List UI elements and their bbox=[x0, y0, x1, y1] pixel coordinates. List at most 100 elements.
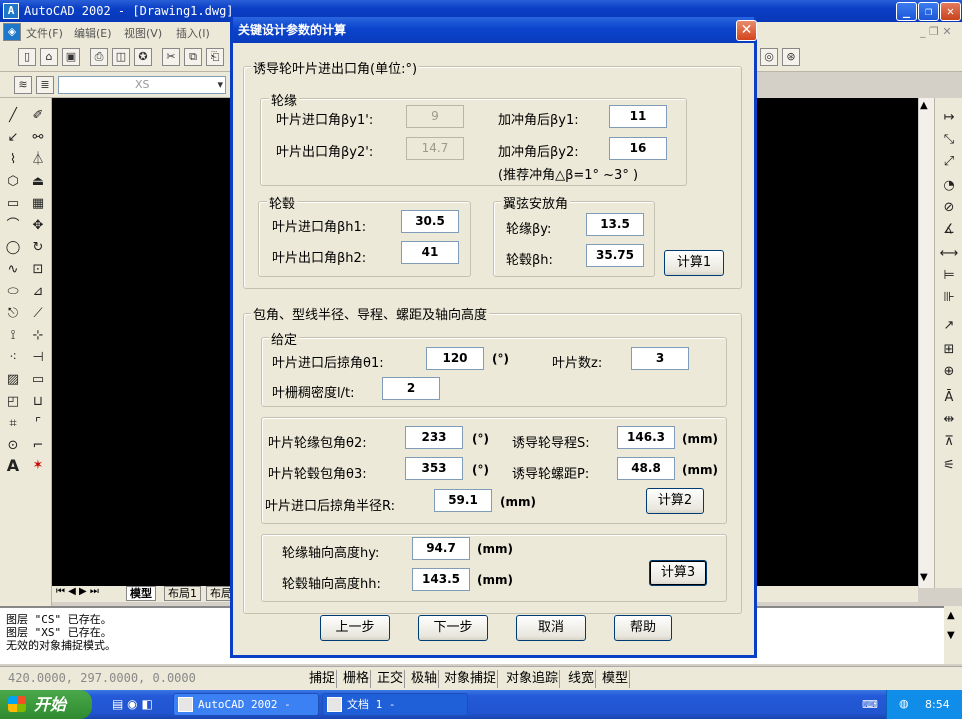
layer-combo[interactable]: XS ▾ bbox=[58, 76, 226, 94]
stagger-rim-field[interactable]: 13.5 bbox=[586, 213, 644, 236]
line-icon[interactable]: ╱ bbox=[3, 106, 23, 126]
calc1-button[interactable]: 计算1 bbox=[664, 250, 724, 276]
hub-wrap-field[interactable]: 353 bbox=[405, 457, 463, 480]
baseline-dim-icon[interactable]: ⊨ bbox=[939, 266, 959, 286]
publish-icon[interactable]: ✪ bbox=[134, 48, 152, 66]
polar-toggle[interactable]: 极轴 bbox=[410, 670, 440, 688]
layer-state-icon[interactable]: ≣ bbox=[36, 76, 54, 94]
rim-height-field[interactable]: 94.7 bbox=[412, 537, 470, 560]
aligned-dim-icon[interactable]: ⤡ bbox=[939, 130, 959, 150]
tab-layout1[interactable]: 布局1 bbox=[164, 586, 201, 601]
otrack-toggle[interactable]: 对象追踪 bbox=[505, 670, 561, 688]
copy-icon[interactable]: ⧉ bbox=[184, 48, 202, 66]
region-icon[interactable]: ◰ bbox=[3, 392, 23, 412]
snap-toggle[interactable]: 捕捉 bbox=[308, 670, 338, 688]
menu-insert[interactable]: 插入(I) bbox=[176, 25, 210, 41]
minimize-button[interactable]: _ bbox=[896, 2, 917, 21]
diameter-dim-icon[interactable]: ⊘ bbox=[939, 198, 959, 218]
explode-icon[interactable]: ✶ bbox=[28, 456, 48, 476]
grid-toggle[interactable]: 栅格 bbox=[342, 670, 372, 688]
lineweight-toggle[interactable]: 线宽 bbox=[567, 670, 597, 688]
hub-inlet-field[interactable]: 30.5 bbox=[401, 210, 459, 233]
insert-block-icon[interactable]: ⎋ bbox=[3, 304, 23, 324]
inlet-sweep-field[interactable]: 120 bbox=[426, 347, 484, 370]
continue-dim-icon[interactable]: ⊪ bbox=[939, 288, 959, 308]
rim-outlet-field[interactable]: 14.7 bbox=[406, 137, 464, 160]
dialog-close-button[interactable]: ✕ bbox=[736, 20, 757, 41]
extend-icon[interactable]: ⊣ bbox=[28, 348, 48, 368]
prev-button[interactable]: 上一步 bbox=[320, 615, 390, 641]
new-file-icon[interactable]: ▯ bbox=[18, 48, 36, 66]
menu-edit[interactable]: 编辑(E) bbox=[74, 25, 112, 41]
spline-icon[interactable]: ∿ bbox=[3, 260, 23, 280]
tab-nav-arrows[interactable]: ⏮ ◀ ▶ ⏭ bbox=[56, 586, 99, 597]
leader-icon[interactable]: ↗ bbox=[939, 316, 959, 336]
document-icon[interactable]: ◈ bbox=[3, 23, 21, 41]
sweep-radius-field[interactable]: 59.1 bbox=[434, 489, 492, 512]
break-icon[interactable]: ▭ bbox=[28, 370, 48, 390]
doc-window-controls[interactable]: _ ❐ ✕ bbox=[920, 25, 952, 38]
angular-dim-icon[interactable]: ∡ bbox=[939, 220, 959, 240]
help-icon[interactable]: ⊛ bbox=[782, 48, 800, 66]
point-icon[interactable]: ⁖ bbox=[3, 348, 23, 368]
dim-update-icon[interactable]: ⊼ bbox=[939, 432, 959, 452]
fillet-icon[interactable]: ⌐ bbox=[28, 436, 48, 456]
open-file-icon[interactable]: ⌂ bbox=[40, 48, 58, 66]
calc3-button[interactable]: 计算3 bbox=[649, 560, 707, 586]
scale-icon[interactable]: ⊡ bbox=[28, 260, 48, 280]
text-icon[interactable]: A bbox=[3, 456, 23, 476]
taskbar-item-autocad[interactable]: AutoCAD 2002 - [... bbox=[173, 693, 319, 716]
preview-icon[interactable]: ◫ bbox=[112, 48, 130, 66]
solidity-field[interactable]: 2 bbox=[382, 377, 440, 400]
osnap-toggle[interactable]: 对象捕捉 bbox=[443, 670, 499, 688]
scroll-down-icon[interactable]: ▼ bbox=[920, 572, 928, 583]
properties-icon[interactable]: ◎ bbox=[760, 48, 778, 66]
arc-icon[interactable]: ⌒ bbox=[3, 216, 23, 236]
boundary-icon[interactable]: ⊙ bbox=[3, 436, 23, 456]
quick-launch-icons[interactable]: ▤ ◉ ◧ bbox=[112, 697, 153, 711]
canvas-vertical-scrollbar[interactable]: ▲ ▼ bbox=[918, 98, 934, 588]
offset-icon[interactable]: ⏏ bbox=[28, 172, 48, 192]
rim-wrap-field[interactable]: 233 bbox=[405, 426, 463, 449]
ortho-toggle[interactable]: 正交 bbox=[376, 670, 406, 688]
tray-icon[interactable]: ◍ bbox=[899, 697, 909, 710]
rotate-icon[interactable]: ↻ bbox=[28, 238, 48, 258]
erase-icon[interactable]: ✐ bbox=[28, 106, 48, 126]
move-icon[interactable]: ✥ bbox=[28, 216, 48, 236]
stretch-icon[interactable]: ⊿ bbox=[28, 282, 48, 302]
dim-edit-icon[interactable]: Ā bbox=[939, 388, 959, 408]
lead-field[interactable]: 146.3 bbox=[617, 426, 675, 449]
menu-view[interactable]: 视图(V) bbox=[124, 25, 162, 41]
radius-dim-icon[interactable]: ◔ bbox=[939, 176, 959, 196]
hatch-icon[interactable]: ▨ bbox=[3, 370, 23, 390]
paste-icon[interactable]: ⎗ bbox=[206, 48, 224, 66]
tolerance-icon[interactable]: ⊞ bbox=[939, 340, 959, 360]
ray-icon[interactable]: ↙ bbox=[3, 128, 23, 148]
command-scrollbar[interactable]: ▲ ▼ bbox=[944, 606, 962, 664]
close-app-button[interactable]: ✕ bbox=[940, 2, 961, 21]
print-icon[interactable]: ⎙ bbox=[90, 48, 108, 66]
table-icon[interactable]: ⌗ bbox=[3, 414, 23, 434]
dim-text-edit-icon[interactable]: ⇹ bbox=[939, 410, 959, 430]
pitch-field[interactable]: 48.8 bbox=[617, 457, 675, 480]
polyline-icon[interactable]: ⌇ bbox=[3, 150, 23, 170]
copy-object-icon[interactable]: ⚯ bbox=[28, 128, 48, 148]
polygon-icon[interactable]: ⬡ bbox=[3, 172, 23, 192]
help-button[interactable]: 帮助 bbox=[614, 615, 672, 641]
layers-icon[interactable]: ≋ bbox=[14, 76, 32, 94]
tab-model[interactable]: 模型 bbox=[126, 586, 156, 601]
lengthen-icon[interactable]: ⟋ bbox=[28, 304, 48, 324]
cut-icon[interactable]: ✂ bbox=[162, 48, 180, 66]
stagger-hub-field[interactable]: 35.75 bbox=[586, 244, 644, 267]
linear-dim-icon[interactable]: ↦ bbox=[939, 108, 959, 128]
quick-dim-icon[interactable]: ⟷ bbox=[939, 244, 959, 264]
circle-icon[interactable]: ◯ bbox=[3, 238, 23, 258]
hub-outlet-field[interactable]: 41 bbox=[401, 241, 459, 264]
rim-inc1-field[interactable]: 11 bbox=[609, 105, 667, 128]
next-button[interactable]: 下一步 bbox=[418, 615, 488, 641]
array-icon[interactable]: ▦ bbox=[28, 194, 48, 214]
center-mark-icon[interactable]: ⊕ bbox=[939, 362, 959, 382]
taskbar-item-word[interactable]: 文档 1 - Microso... bbox=[322, 693, 468, 716]
hub-height-field[interactable]: 143.5 bbox=[412, 568, 470, 591]
model-toggle[interactable]: 模型 bbox=[601, 670, 631, 688]
